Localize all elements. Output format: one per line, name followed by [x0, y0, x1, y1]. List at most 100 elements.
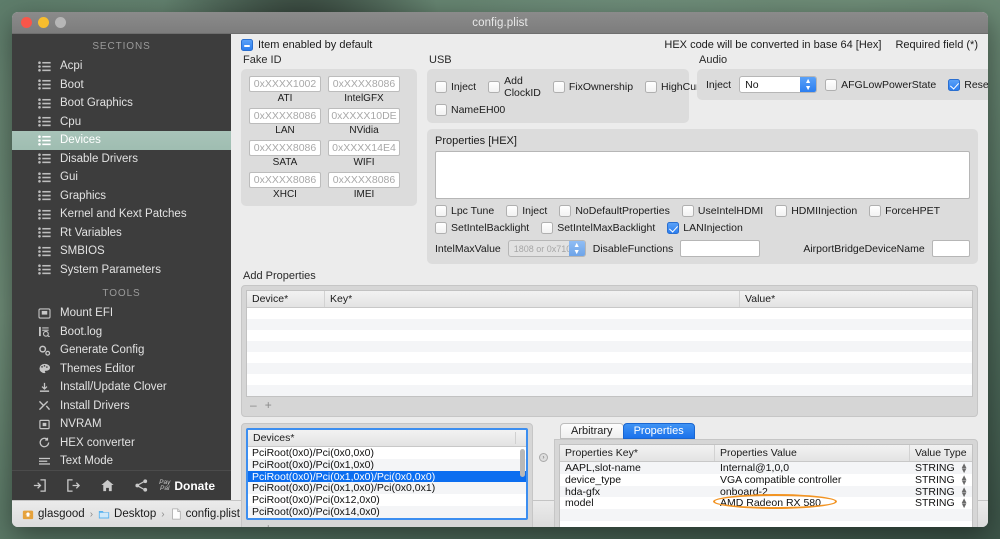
breadcrumb-item-desktop[interactable]: Desktop [98, 508, 156, 520]
device-list-item[interactable]: PciRoot(0x0)/Pci(0x0,0x0) [248, 447, 526, 459]
properties-key-cell[interactable]: AAPL,slot-name [560, 462, 715, 474]
properties-value-cell[interactable]: AMD Radeon RX 580 [715, 497, 910, 509]
donate-button[interactable]: Pay Pal Donate [159, 479, 221, 493]
breadcrumb-item-glasgood[interactable]: glasgood [22, 508, 85, 520]
remove-property-button[interactable]: – [250, 398, 257, 412]
add-property-button[interactable]: + [265, 398, 272, 412]
properties-key-cell[interactable]: device_type [560, 474, 715, 486]
sidebar-tool-install-drivers[interactable]: Install Drivers [12, 397, 231, 416]
fake-id-input-wifi[interactable]: 0xXXXX14E4 [328, 140, 400, 156]
sidebar-item-disable-drivers[interactable]: Disable Drivers [12, 150, 231, 169]
sidebar-tool-text-mode[interactable]: Text Mode [12, 452, 231, 470]
usb-checkbox-fixownership[interactable]: FixOwnership [552, 81, 633, 93]
fake-id-input-ati[interactable]: 0xXXXX1002 [249, 76, 321, 92]
sidebar-tool-install-update-clover[interactable]: Install/Update Clover [12, 378, 231, 397]
import-icon[interactable] [22, 471, 56, 500]
audio-checkbox-afglowpowerstate[interactable]: AFGLowPowerState [825, 78, 936, 91]
properties-value-cell[interactable]: VGA compatible controller [715, 474, 910, 486]
close-button[interactable] [21, 17, 32, 28]
properties-rows[interactable]: AAPL,slot-name Internal@1,0,0 STRING ▲ ▼ devi… [560, 462, 972, 527]
item-enabled-by-default-checkbox[interactable]: Item enabled by default [241, 39, 372, 51]
sidebar-item-system-parameters[interactable]: System Parameters [12, 261, 231, 280]
hex-checkbox-hdmiinjection[interactable]: HDMIInjection [775, 205, 857, 217]
device-list-item[interactable]: PciRoot(0x0)/Pci(0x1,0x0)/Pci(0x0,0x1) [248, 482, 526, 494]
sidebar-item-cpu[interactable]: Cpu [12, 113, 231, 132]
sidebar-item-kernel-and-kext-patches[interactable]: Kernel and Kext Patches [12, 205, 231, 224]
fake-id-input-nvidia[interactable]: 0xXXXX10DE [328, 108, 400, 124]
sidebar-tool-generate-config[interactable]: Generate Config [12, 341, 231, 360]
properties-key-cell[interactable]: model [560, 497, 715, 509]
intel-max-value-select[interactable]: 1808 or 0x710 ▲ ▼ [507, 240, 586, 257]
hex-checkbox-lpc-tune[interactable]: Lpc Tune [435, 205, 494, 217]
value-type-stepper-icon[interactable]: ▲ ▼ [960, 473, 968, 486]
add-device-button[interactable]: + [265, 521, 272, 527]
add-properties-empty-row[interactable] [247, 352, 972, 363]
properties-row[interactable]: hda-gfx onboard-2 STRING ▲ ▼ [560, 485, 972, 498]
fake-id-input-lan[interactable]: 0xXXXX8086 [249, 108, 321, 124]
value-type-stepper-icon[interactable]: ▲ ▼ [960, 497, 968, 510]
hex-checkbox-laninjection[interactable]: LANInjection [667, 222, 743, 234]
sidebar-item-devices[interactable]: Devices [12, 131, 231, 150]
split-handle-left[interactable]: › [539, 453, 548, 462]
add-properties-empty-row[interactable] [247, 363, 972, 374]
device-list-item[interactable]: PciRoot(0x0)/Pci(0x14,0x0) [248, 506, 526, 518]
properties-value-cell[interactable]: Internal@1,0,0 [715, 462, 910, 474]
properties-row[interactable]: device_type VGA compatible controller STRI… [560, 473, 972, 486]
properties-row[interactable]: AAPL,slot-name Internal@1,0,0 STRING ▲ ▼ [560, 462, 972, 475]
properties-empty-row[interactable] [560, 509, 972, 521]
sidebar-tool-mount-efi[interactable]: Mount EFI [12, 304, 231, 323]
hex-checkbox-setintelmaxbacklight[interactable]: SetIntelMaxBacklight [541, 222, 655, 234]
hex-checkbox-useintelhdmi[interactable]: UseIntelHDMI [681, 205, 763, 217]
device-list-item[interactable]: PciRoot(0x0)/Pci(0x1,0x0) [248, 459, 526, 471]
value-type-stepper-icon[interactable]: ▲ ▼ [960, 485, 968, 498]
sidebar-item-acpi[interactable]: Acpi [12, 57, 231, 76]
add-properties-empty-row[interactable] [247, 330, 972, 341]
fake-id-input-imei[interactable]: 0xXXXX8086 [328, 172, 400, 188]
share-icon[interactable] [125, 471, 159, 500]
add-properties-empty-row[interactable] [247, 374, 972, 385]
properties-row[interactable]: model AMD Radeon RX 580 STRING ▲ ▼ [560, 497, 972, 510]
hex-checkbox-setintelbacklight[interactable]: SetIntelBacklight [435, 222, 529, 234]
properties-hex-textarea[interactable] [435, 151, 970, 199]
properties-empty-row[interactable] [560, 521, 972, 527]
sidebar-item-graphics[interactable]: Graphics [12, 187, 231, 206]
sidebar-tool-nvram[interactable]: NVRAM [12, 415, 231, 434]
audio-checkbox-resethda[interactable]: ResetHDA [948, 78, 988, 91]
tab-properties[interactable]: Properties [622, 423, 695, 439]
sidebar-item-smbios[interactable]: SMBIOS [12, 242, 231, 261]
home-icon[interactable] [91, 471, 125, 500]
sidebar-tool-hex-converter[interactable]: HEX converter [12, 434, 231, 453]
devices-scrollbar[interactable] [520, 449, 525, 477]
properties-value-cell[interactable]: onboard-2 [715, 486, 910, 498]
sidebar-item-rt-variables[interactable]: Rt Variables [12, 224, 231, 243]
devices-list[interactable]: PciRoot(0x0)/Pci(0x0,0x0) PciRoot(0x0)/Pc… [248, 447, 526, 518]
sidebar-item-gui[interactable]: Gui [12, 168, 231, 187]
hex-checkbox-forcehpet[interactable]: ForceHPET [869, 205, 940, 217]
sidebar-tool-themes-editor[interactable]: Themes Editor [12, 360, 231, 379]
zoom-button[interactable] [55, 17, 66, 28]
sidebar-item-boot-graphics[interactable]: Boot Graphics [12, 94, 231, 113]
value-type-stepper-icon[interactable]: ▲ ▼ [960, 462, 968, 475]
fake-id-input-intelgfx[interactable]: 0xXXXX8086 [328, 76, 400, 92]
add-properties-empty-row[interactable] [247, 319, 972, 330]
sidebar-item-boot[interactable]: Boot [12, 76, 231, 95]
sidebar-tool-boot-log[interactable]: Boot.log [12, 323, 231, 342]
export-icon[interactable] [56, 471, 90, 500]
breadcrumb-item-config-plist[interactable]: config.plist [170, 508, 240, 520]
tab-arbitrary[interactable]: Arbitrary [560, 423, 624, 439]
usb-checkbox-add-clockid[interactable]: Add ClockID [488, 75, 541, 99]
usb-checkbox-inject[interactable]: Inject [435, 81, 476, 93]
usb-checkbox-nameeh00[interactable]: NameEH00 [435, 104, 505, 116]
device-list-item[interactable]: PciRoot(0x0)/Pci(0x12,0x0) [248, 494, 526, 506]
hex-checkbox-inject[interactable]: Inject [506, 205, 547, 217]
device-list-item[interactable]: PciRoot(0x0)/Pci(0x1,0x0)/Pci(0x0,0x0) [248, 471, 526, 483]
fake-id-input-sata[interactable]: 0xXXXX8086 [249, 140, 321, 156]
fake-id-input-xhci[interactable]: 0xXXXX8086 [249, 172, 321, 188]
add-properties-body[interactable] [247, 308, 972, 396]
audio-inject-select[interactable]: No ▲ ▼ [739, 76, 818, 93]
disable-functions-input[interactable] [680, 240, 761, 257]
hex-checkbox-nodefaultproperties[interactable]: NoDefaultProperties [559, 205, 670, 217]
remove-device-button[interactable]: – [250, 521, 257, 527]
properties-key-cell[interactable]: hda-gfx [560, 486, 715, 498]
airport-bridge-input[interactable] [931, 240, 970, 257]
